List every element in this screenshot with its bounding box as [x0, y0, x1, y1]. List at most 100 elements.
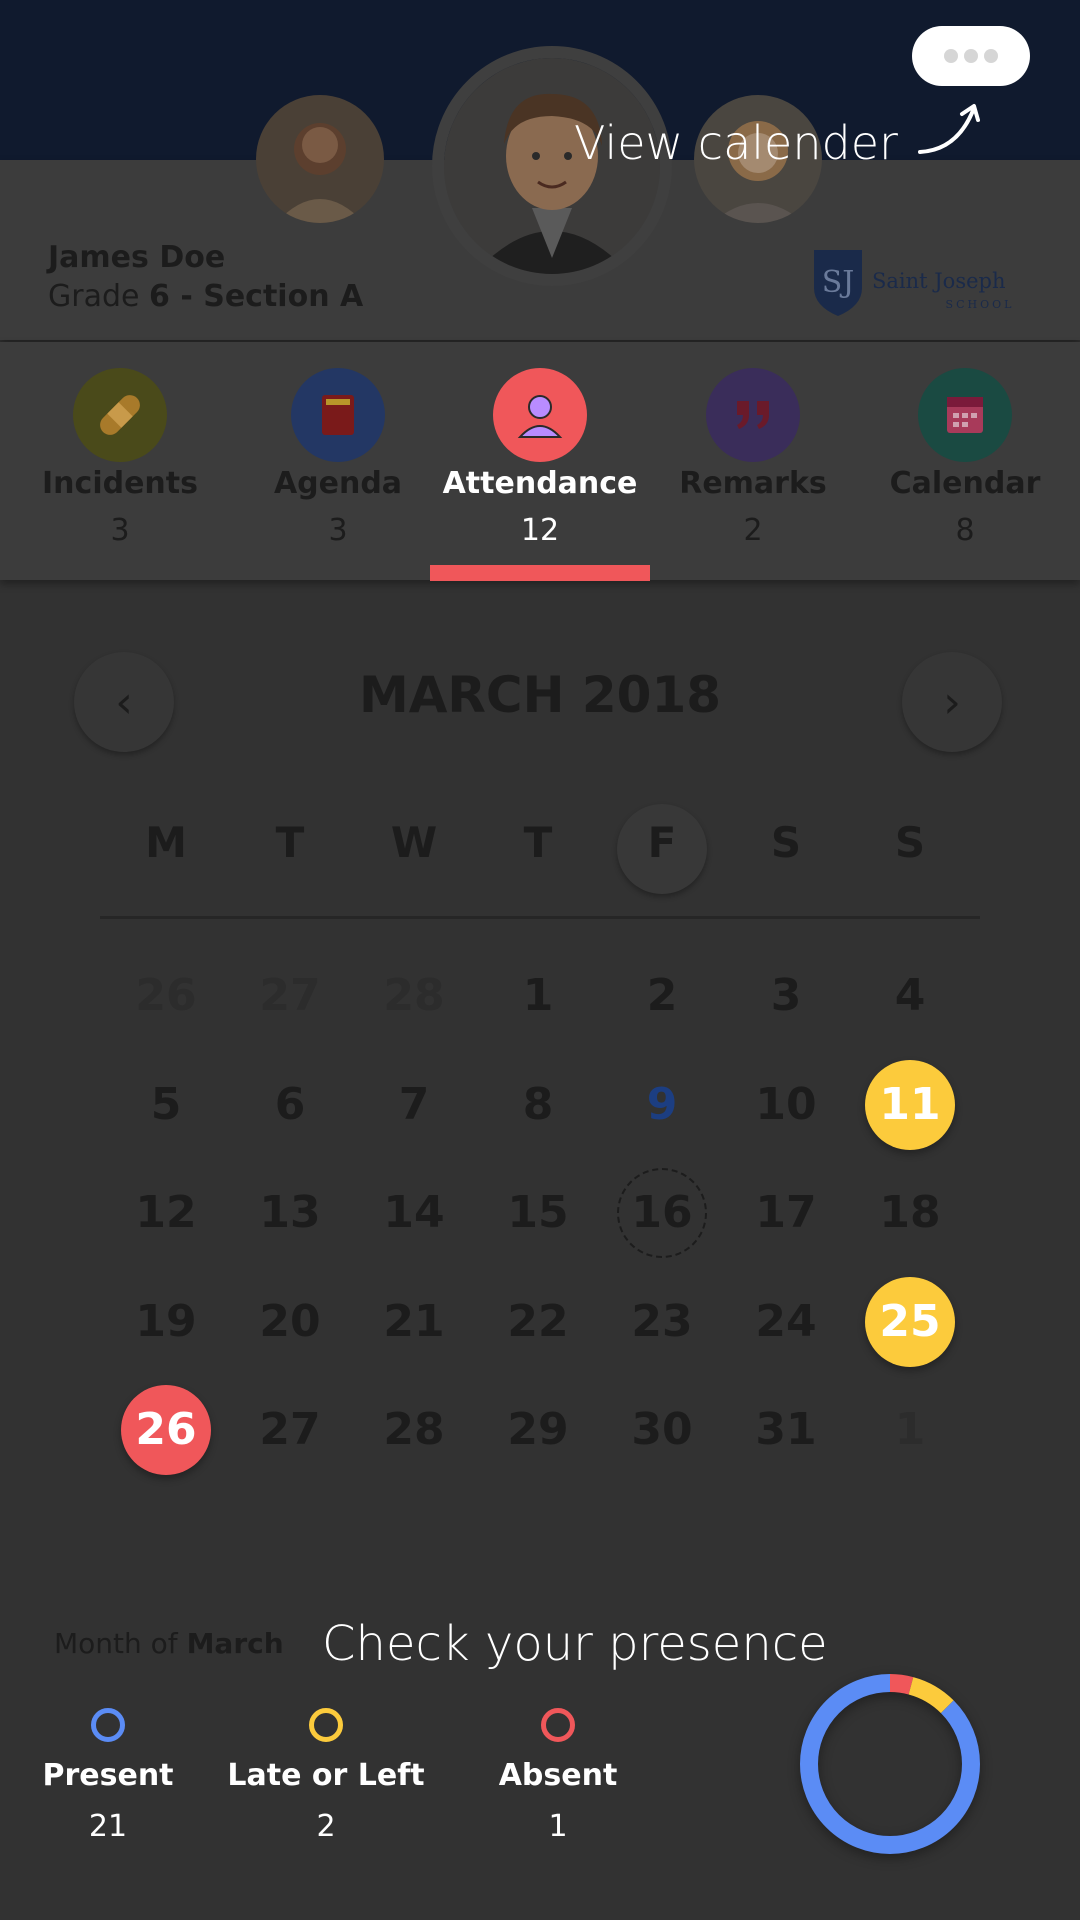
school-monogram: SJ — [822, 265, 855, 300]
legend-present: Present 21 — [0, 1708, 218, 1844]
calendar-day[interactable]: 8 — [493, 1060, 583, 1150]
next-month-button[interactable]: › — [902, 652, 1002, 752]
present-ring-icon — [91, 1708, 125, 1742]
tab-attendance[interactable]: Attendance 12 — [440, 368, 640, 548]
calendar-day[interactable]: 24 — [741, 1277, 831, 1367]
legend-late: Late or Left 2 — [216, 1708, 436, 1844]
calendar-day[interactable]: 31 — [741, 1385, 831, 1475]
calendar-day[interactable]: 17 — [741, 1168, 831, 1258]
month-title: MARCH 2018 — [358, 666, 722, 724]
tab-calendar[interactable]: Calendar 8 — [865, 368, 1065, 548]
tab-count: 12 — [520, 513, 560, 548]
absent-ring-icon — [541, 1708, 575, 1742]
calendar-day[interactable]: 22 — [493, 1277, 583, 1367]
calendar-day[interactable]: 10 — [741, 1060, 831, 1150]
weekday-sat: S — [770, 818, 802, 867]
calendar-day[interactable]: 29 — [493, 1385, 583, 1475]
school-logo: SJ Saint Joseph SCHOOL — [814, 250, 1015, 316]
bandage-icon — [100, 395, 140, 435]
calendar-day-late[interactable]: 25 — [865, 1277, 955, 1367]
calendar-day-selected[interactable]: 16 — [617, 1168, 707, 1258]
calendar-day-today[interactable]: 9 — [617, 1060, 707, 1150]
legend-value: 1 — [548, 1809, 568, 1844]
dot-icon — [944, 49, 958, 63]
calendar-divider — [100, 916, 980, 919]
person-icon — [517, 395, 563, 438]
prev-month-button[interactable]: ‹ — [74, 652, 174, 752]
calendar-day[interactable]: 13 — [245, 1168, 335, 1258]
school-subtitle: SCHOOL — [946, 298, 1015, 311]
weekday-fri: F — [647, 818, 677, 867]
legend-absent: Absent 1 — [448, 1708, 668, 1844]
calendar-day[interactable]: 27 — [245, 951, 335, 1041]
calendar-day-late[interactable]: 11 — [865, 1060, 955, 1150]
tab-icon-bg — [918, 368, 1012, 462]
chevron-right-icon: › — [943, 676, 961, 728]
calendar-day[interactable]: 3 — [741, 951, 831, 1041]
calendar-day[interactable]: 15 — [493, 1168, 583, 1258]
calendar-day[interactable]: 28 — [369, 951, 459, 1041]
legend-value: 21 — [88, 1809, 128, 1844]
calendar-day[interactable]: 7 — [369, 1060, 459, 1150]
calendar-day[interactable]: 30 — [617, 1385, 707, 1475]
weekday-thu: T — [523, 818, 553, 867]
student-grade: Grade 6 - Section A — [48, 279, 363, 314]
calendar-day[interactable]: 20 — [245, 1277, 335, 1367]
weekday-mon: M — [145, 818, 187, 867]
tab-icon-bg — [706, 368, 800, 462]
tab-icon-bg — [493, 368, 587, 462]
calendar-day[interactable]: 23 — [617, 1277, 707, 1367]
tab-count: 8 — [955, 513, 975, 548]
grade-separator: - Section — [169, 279, 341, 314]
calendar-day[interactable]: 6 — [245, 1060, 335, 1150]
calendar-day[interactable]: 1 — [493, 951, 583, 1041]
tab-label: Calendar — [889, 466, 1041, 501]
tab-count: 3 — [110, 513, 130, 548]
calendar-day[interactable]: 1 — [865, 1385, 955, 1475]
calendar-day[interactable]: 21 — [369, 1277, 459, 1367]
more-options-button[interactable] — [912, 26, 1030, 86]
calendar-day[interactable]: 19 — [121, 1277, 211, 1367]
weekday-wed: W — [390, 818, 438, 867]
student-name: James Doe — [48, 240, 226, 275]
tab-count: 3 — [328, 513, 348, 548]
calendar-day[interactable]: 2 — [617, 951, 707, 1041]
tab-count: 2 — [743, 513, 763, 548]
school-name: Saint Joseph — [872, 269, 1006, 293]
tab-label: Agenda — [273, 466, 403, 501]
tab-icon-bg — [73, 368, 167, 462]
month-of-prefix: Month of — [54, 1627, 187, 1660]
dot-icon — [964, 49, 978, 63]
grade-value: 6 — [149, 279, 170, 314]
book-icon — [322, 395, 354, 435]
chevron-left-icon: ‹ — [115, 676, 133, 728]
weekday-tue: T — [275, 818, 305, 867]
calendar-day[interactable]: 14 — [369, 1168, 459, 1258]
calendar-day[interactable]: 4 — [865, 951, 955, 1041]
hint-view-calendar: View calender — [574, 116, 898, 170]
calendar-day[interactable]: 28 — [369, 1385, 459, 1475]
calendar-day[interactable]: 27 — [245, 1385, 335, 1475]
hint-check-presence: Check your presence — [322, 1616, 828, 1672]
calendar-day[interactable]: 5 — [121, 1060, 211, 1150]
hint-arrow-icon — [918, 104, 980, 154]
tab-icon-bg — [291, 368, 385, 462]
tab-incidents[interactable]: Incidents 3 — [20, 368, 220, 548]
tab-remarks[interactable]: Remarks 2 — [653, 368, 853, 548]
calendar-day[interactable]: 12 — [121, 1168, 211, 1258]
legend-label: Absent — [498, 1758, 618, 1793]
attendance-donut-chart — [800, 1674, 980, 1854]
student-avatar-left[interactable] — [256, 95, 384, 223]
calendar-day[interactable]: 26 — [121, 951, 211, 1041]
late-ring-icon — [309, 1708, 343, 1742]
legend-label: Late or Left — [227, 1758, 425, 1793]
calendar-icon — [947, 397, 983, 433]
quote-icon — [737, 401, 769, 429]
section-value: A — [340, 279, 364, 314]
grade-prefix: Grade — [48, 279, 150, 314]
calendar-day[interactable]: 18 — [865, 1168, 955, 1258]
weekday-sun: S — [894, 818, 926, 867]
tab-agenda[interactable]: Agenda 3 — [238, 368, 438, 548]
calendar-day-absent[interactable]: 26 — [121, 1385, 211, 1475]
tab-label: Remarks — [679, 466, 827, 501]
